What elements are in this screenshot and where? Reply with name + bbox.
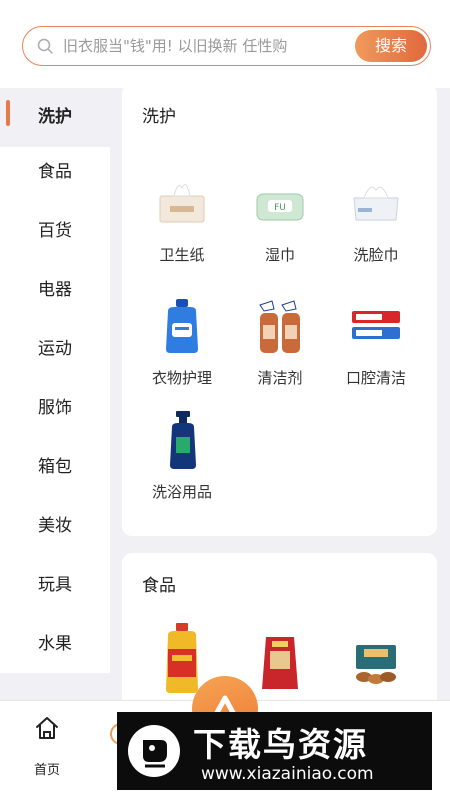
nav-home-label: 首页 [33,763,60,778]
search-input[interactable] [63,33,363,59]
sidebar-item-bags[interactable]: 箱包 [0,438,110,497]
rice-bag-icon [262,637,298,689]
bird-logo-icon [128,725,180,777]
product-name: 洗脸巾 [353,246,399,264]
watermark-title: 下载鸟资源 [193,725,368,764]
product-item[interactable]: 口腔清洁 [328,297,424,407]
product-name: 清洁剂 [257,369,303,387]
home-icon [36,717,58,739]
search-bar: 搜索 [0,0,450,88]
sidebar-item-beauty[interactable]: 美妆 [0,497,110,556]
sidebar-item-electronics[interactable]: 电器 [0,261,110,320]
sidebar-item-sports[interactable]: 运动 [0,320,110,379]
watermark-banner: 下载鸟资源 www.xiazainiao.com [117,712,432,790]
search-button[interactable]: 搜索 [355,30,427,62]
card-title: 洗护 [142,107,176,127]
category-sidebar: 洗护 食品 百货 电器 运动 服饰 箱包 美妆 玩具 水果 [0,88,110,673]
sidebar-item-food[interactable]: 食品 [0,143,110,202]
sidebar-item-fruit[interactable]: 水果 [0,615,110,674]
sidebar-item-toys[interactable]: 玩具 [0,556,110,615]
sidebar-item-apparel[interactable]: 服饰 [0,379,110,438]
product-item[interactable]: 清洁剂 [232,297,328,407]
product-item[interactable]: 卫生纸 [134,174,230,284]
card-title: 食品 [142,576,176,596]
watermark-url: www.xiazainiao.com [201,764,374,784]
product-item[interactable]: 洗脸巾 [328,174,424,284]
product-item[interactable]: 衣物护理 [134,297,230,407]
laundry-detergent-icon [166,299,198,353]
gift-box-icon [356,645,396,684]
product-item[interactable]: 洗浴用品 [134,411,230,521]
product-item[interactable]: FU 湿巾 [232,174,328,284]
sidebar-item-washcare[interactable]: 洗护 [0,88,110,147]
product-name: 湿巾 [264,246,295,264]
nav-home[interactable]: 首页 [20,713,74,778]
product-name: 衣物护理 [151,369,212,387]
sidebar-item-general-goods[interactable]: 百货 [0,202,110,261]
cooking-oil-icon [166,623,198,693]
spray-cleaner-icon [259,300,300,353]
product-name: 洗浴用品 [151,483,212,501]
svg-text:FU: FU [274,203,286,213]
shampoo-bottle-icon [170,411,196,469]
product-name: 卫生纸 [159,246,205,264]
wet-wipes-icon: FU [256,193,304,221]
search-icon [37,38,53,54]
face-towel-icon [353,186,399,221]
product-name: 口腔清洁 [345,369,406,387]
search-box[interactable]: 搜索 [22,26,431,66]
tissue-box-icon [159,183,205,223]
category-card-washcare: 洗护 卫生纸 FU 湿巾 洗脸巾 衣物护理 清洁剂 口腔清洁 洗浴用品 [122,84,437,536]
toothpaste-icon [352,311,400,339]
